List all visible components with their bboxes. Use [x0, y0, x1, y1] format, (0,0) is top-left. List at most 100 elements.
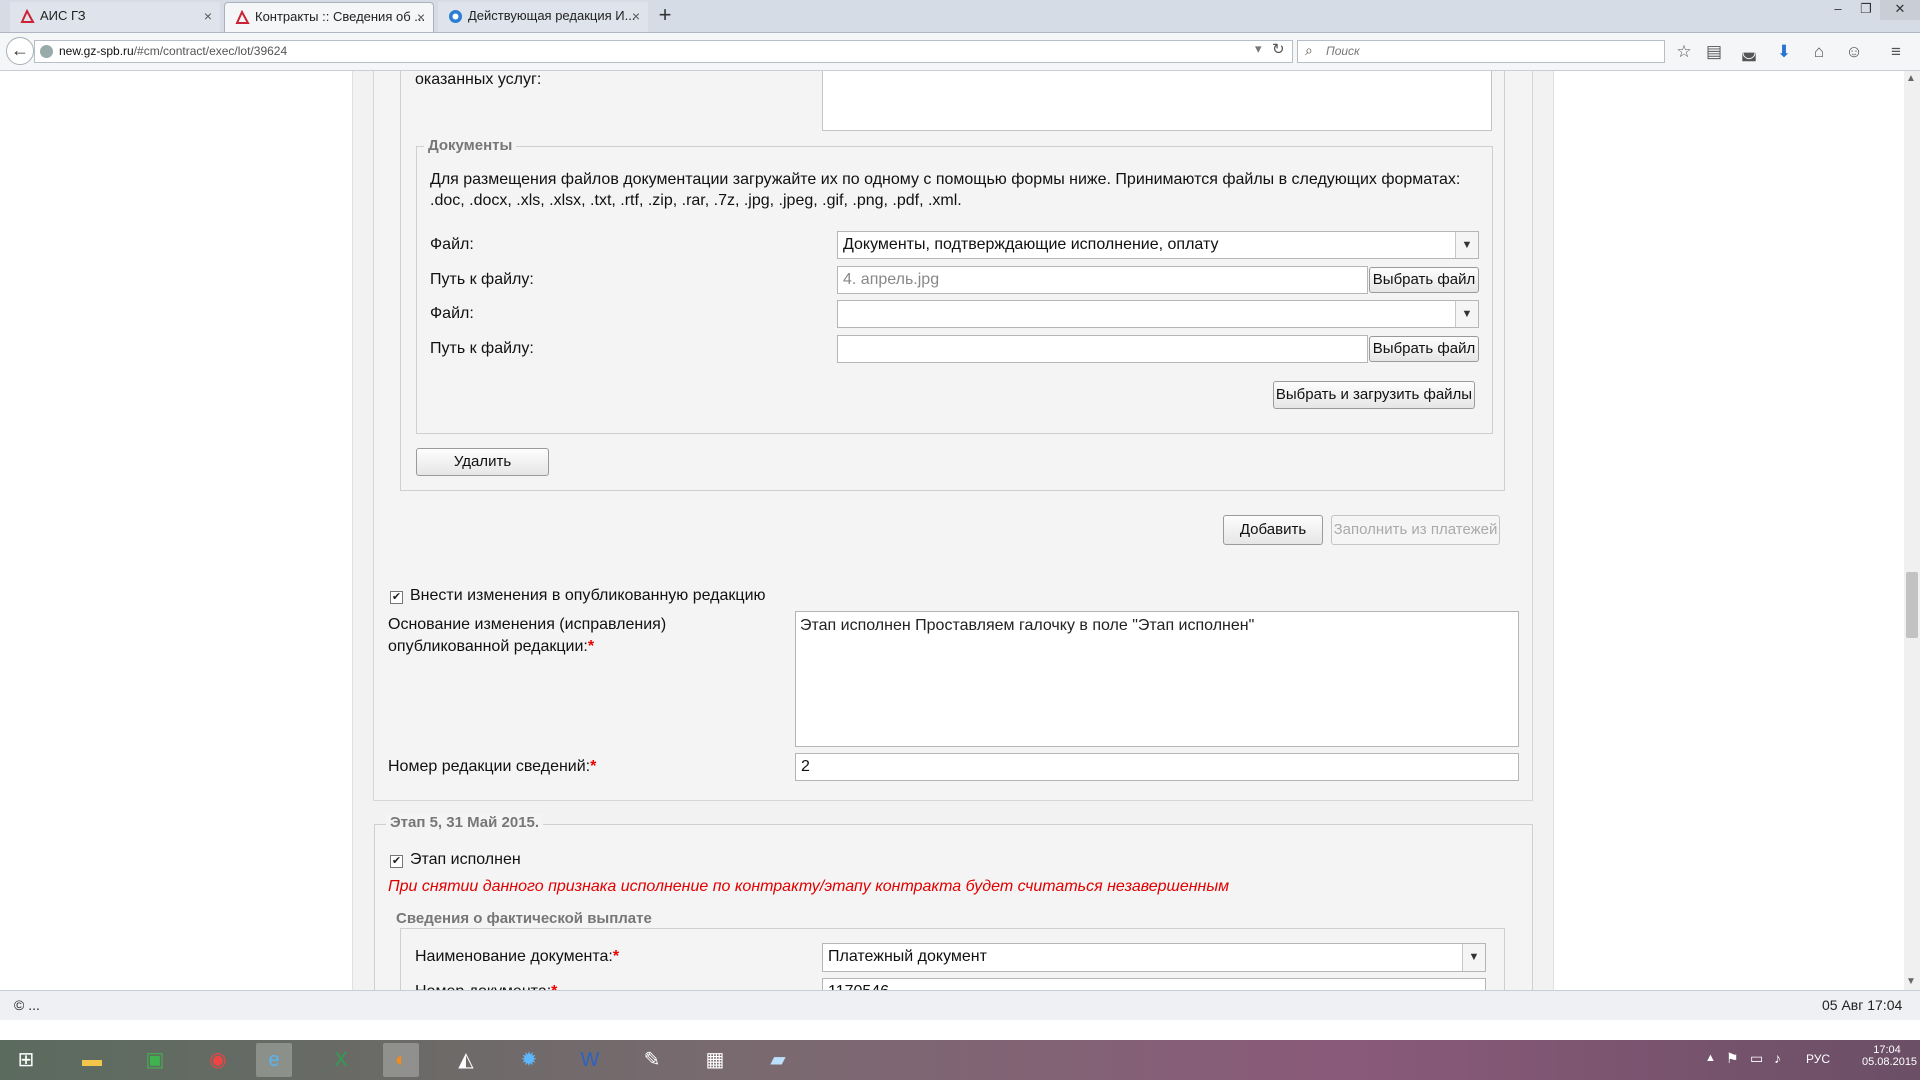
ais-app-icon[interactable]: ◭: [448, 1043, 484, 1077]
fill-from-payments-button[interactable]: Заполнить из платежей: [1331, 515, 1500, 545]
file-path-input-2[interactable]: [837, 335, 1368, 363]
tab-title: АИС ГЗ: [40, 8, 86, 23]
taskbar-clock[interactable]: 17:04 05.08.2015: [1862, 1044, 1917, 1068]
search-icon: ⌕: [1305, 42, 1313, 58]
file-path-label: Путь к файлу:: [430, 271, 534, 288]
menu-icon[interactable]: ≡: [1885, 41, 1907, 63]
address-bar[interactable]: new.gz-spb.ru/#cm/contract/exec/lot/3962…: [34, 40, 1293, 63]
tab-title: Действующая редакция И...: [468, 8, 636, 23]
revision-number-value: 2: [801, 758, 810, 775]
status-bar: © ... 05 Авг 17:04: [0, 990, 1920, 1021]
choose-file-button[interactable]: Выбрать файл: [1369, 267, 1479, 293]
file-explorer-icon[interactable]: ▬: [74, 1043, 110, 1077]
edit-published-label: Внести изменения в опубликованную редакц…: [410, 587, 766, 604]
tray-flag-icon[interactable]: ⚑: [1726, 1050, 1739, 1067]
payment-legend: Сведения о фактической выплате: [392, 910, 656, 927]
doc-name-label: Наименование документа:*: [415, 948, 619, 966]
services-textarea[interactable]: [822, 71, 1492, 131]
download-icon[interactable]: ⬇: [1773, 41, 1795, 63]
revision-number-input[interactable]: 2: [795, 753, 1519, 781]
reason-value: Этап исполнен Проставляем галочку в поле…: [800, 617, 1255, 634]
site-info-icon[interactable]: [40, 45, 53, 58]
stage-warning-text: При снятии данного признака исполнение п…: [388, 878, 1230, 895]
firefox-icon[interactable]: ◐: [383, 1043, 419, 1077]
tab-contracts[interactable]: Контракты :: Сведения об ... ×: [224, 2, 434, 32]
globe-icon: [449, 10, 462, 23]
internet-explorer-icon[interactable]: e: [256, 1043, 292, 1077]
documents-info-line2: .doc, .docx, .xls, .xlsx, .txt, .rtf, .z…: [430, 192, 962, 209]
tray-network-icon[interactable]: ▭: [1750, 1050, 1763, 1067]
tab-ais-gz[interactable]: АИС ГЗ ×: [10, 2, 220, 32]
status-left-text: © ...: [14, 997, 40, 1013]
close-window-icon[interactable]: ✕: [1880, 0, 1920, 20]
tab-close-icon[interactable]: ×: [417, 3, 425, 31]
tab-current-edition[interactable]: Действующая редакция И... ×: [438, 2, 648, 32]
services-label: оказанных услуг:: [415, 71, 542, 88]
required-mark: *: [612, 948, 620, 965]
reason-label-line1: Основание изменения (исправления): [388, 616, 667, 633]
video-app-icon[interactable]: ▦: [697, 1043, 733, 1077]
bookmark-star-icon[interactable]: ☆: [1673, 41, 1695, 63]
vertical-scrollbar[interactable]: [1904, 71, 1920, 990]
reading-list-icon[interactable]: ▤: [1703, 41, 1725, 63]
file-type-select[interactable]: Документы, подтверждающие исполнение, оп…: [837, 231, 1479, 259]
stage-done-checkbox[interactable]: ✔: [390, 855, 403, 868]
pencil-app-icon[interactable]: ✎: [634, 1043, 670, 1077]
tab-title: Контракты :: Сведения об ...: [255, 9, 426, 24]
file-type-value: Документы, подтверждающие исполнение, оп…: [843, 236, 1219, 253]
add-button[interactable]: Добавить: [1223, 515, 1323, 545]
word-icon[interactable]: W: [572, 1043, 608, 1077]
search-placeholder: Поиск: [1326, 44, 1360, 58]
store-icon[interactable]: ▣: [137, 1043, 173, 1077]
scroll-down-icon[interactable]: ▼: [1906, 976, 1916, 987]
doc-name-label-text: Наименование документа:: [415, 948, 613, 965]
delete-button[interactable]: Удалить: [416, 448, 549, 476]
file-label: Файл:: [430, 236, 474, 253]
ais-logo-icon: [20, 9, 35, 23]
language-indicator[interactable]: РУС: [1806, 1052, 1830, 1066]
scrollbar-thumb[interactable]: [1906, 572, 1918, 638]
home-icon[interactable]: ⌂: [1808, 41, 1830, 63]
tab-close-icon[interactable]: ×: [204, 2, 212, 30]
tray-expand-icon[interactable]: ▲: [1705, 1052, 1716, 1064]
ais-logo-icon: [235, 10, 250, 24]
file-path-label-2: Путь к файлу:: [430, 340, 534, 357]
search-input[interactable]: Поиск: [1297, 40, 1665, 63]
file-path-value: 4. апрель.jpg: [843, 271, 940, 288]
chevron-down-icon: ▼: [1455, 232, 1478, 258]
tab-close-icon[interactable]: ×: [632, 2, 640, 30]
tray-volume-icon[interactable]: ♪: [1774, 1050, 1781, 1066]
pocket-icon[interactable]: ◛: [1738, 41, 1760, 63]
reason-textarea[interactable]: Этап исполнен Проставляем галочку в поле…: [795, 611, 1519, 747]
dropdown-arrow-icon[interactable]: ▾: [1255, 41, 1262, 57]
edit-published-checkbox[interactable]: ✔: [390, 591, 403, 604]
chrome-icon[interactable]: ◉: [200, 1043, 236, 1077]
page-bottom-spacer: [0, 1020, 1920, 1040]
url-path: /#cm/contract/exec/lot/39624: [133, 44, 288, 58]
reason-label-line2: опубликованной редакции:*: [388, 638, 594, 656]
new-tab-button[interactable]: +: [652, 2, 678, 30]
file-type-select-2[interactable]: ▼: [837, 300, 1479, 328]
excel-icon[interactable]: X: [323, 1043, 359, 1077]
url-host: new.gz-spb.ru: [59, 44, 134, 58]
notes-app-icon[interactable]: ▰: [760, 1043, 796, 1077]
documents-info-line1: Для размещения файлов документации загру…: [430, 171, 1461, 188]
reason-label-text: опубликованной редакции:: [388, 638, 588, 655]
stage5-legend: Этап 5, 31 Май 2015.: [386, 814, 544, 831]
chevron-down-icon: ▼: [1462, 944, 1485, 971]
restore-icon[interactable]: ❐: [1852, 0, 1880, 20]
weather-sun-icon[interactable]: ✹: [511, 1043, 547, 1077]
scroll-up-icon[interactable]: ▲: [1906, 73, 1916, 84]
doc-name-select[interactable]: Платежный документ ▼: [822, 943, 1486, 972]
windows-start-icon[interactable]: ⊞: [8, 1043, 44, 1077]
reload-icon[interactable]: ↻: [1272, 40, 1285, 58]
back-arrow-icon[interactable]: ←: [6, 37, 34, 65]
taskbar-time: 17:04: [1873, 1044, 1901, 1056]
file-path-input[interactable]: 4. апрель.jpg: [837, 266, 1368, 294]
required-mark: *: [587, 638, 595, 655]
chat-icon[interactable]: ☺: [1843, 41, 1865, 63]
choose-file-button-2[interactable]: Выбрать файл: [1369, 336, 1479, 362]
file-label-2: Файл:: [430, 305, 474, 322]
select-and-upload-button[interactable]: Выбрать и загрузить файлы: [1273, 381, 1475, 409]
minimize-icon[interactable]: –: [1824, 0, 1852, 20]
